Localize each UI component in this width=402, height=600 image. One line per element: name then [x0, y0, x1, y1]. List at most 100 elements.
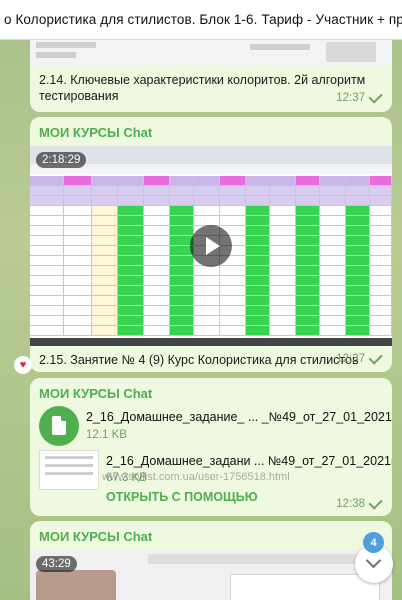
message-meta: 12:37 — [336, 89, 383, 104]
sender-name[interactable]: МОИ КУРСЫ Chat — [30, 521, 392, 544]
sheet-cell — [270, 236, 296, 246]
sheet-cell — [320, 226, 346, 236]
sheet-cell — [170, 306, 194, 316]
sheet-cell — [92, 316, 118, 326]
sheet-cell — [194, 206, 220, 216]
sheet-cell — [246, 246, 270, 256]
read-check-icon — [368, 495, 383, 510]
sheet-cell — [370, 326, 392, 336]
sender-name[interactable]: МОИ КУРСЫ Chat — [30, 117, 392, 140]
sheet-row — [30, 196, 392, 206]
sheet-cell — [220, 266, 246, 276]
sheet-cell — [170, 196, 194, 206]
sheet-cell — [296, 306, 320, 316]
sheet-cell — [346, 196, 370, 206]
sheet-cell — [118, 206, 144, 216]
sheet-cell — [144, 296, 170, 306]
sender-name[interactable]: МОИ КУРСЫ Chat — [30, 378, 392, 401]
chevron-down-icon — [365, 552, 382, 569]
sheet-cell — [118, 236, 144, 246]
sheet-cell — [144, 206, 170, 216]
sheet-cell — [296, 206, 320, 216]
sheet-cell — [144, 256, 170, 266]
sheet-cell — [92, 286, 118, 296]
sheet-cell — [296, 196, 320, 206]
file-name[interactable]: 2_16_Домашнее_задани ... №49_от_27_01_20… — [106, 454, 392, 468]
open-with-button[interactable]: ОТКРЫТЬ С ПОМОЩЬЮ — [106, 490, 258, 504]
sheet-cell — [170, 266, 194, 276]
sheet-cell — [170, 226, 194, 236]
sheet-cell — [320, 276, 346, 286]
sheet-row — [30, 206, 392, 216]
message-video-1[interactable]: 2.14. Ключевые характеристики колоритов.… — [30, 40, 392, 112]
message-files[interactable]: МОИ КУРСЫ Chat 2_16_Домашнее_задание_ ..… — [30, 378, 392, 516]
sheet-cell — [320, 176, 346, 186]
sheet-cell — [220, 316, 246, 326]
heart-reaction-icon[interactable]: ♥ — [14, 356, 32, 374]
thumb-toolbar — [148, 554, 388, 564]
sheet-cell — [320, 326, 346, 336]
sheet-cell — [64, 226, 92, 236]
sheet-cell — [320, 256, 346, 266]
sheet-cell — [30, 206, 64, 216]
video-thumbnail[interactable]: 43:29 — [30, 550, 392, 600]
sheet-cell — [92, 216, 118, 226]
sheet-cell — [118, 186, 144, 196]
video-thumbnail[interactable] — [30, 40, 392, 66]
sheet-row — [30, 316, 392, 326]
sheet-cell — [246, 196, 270, 206]
sheet-cell — [118, 276, 144, 286]
sheet-cell — [320, 306, 346, 316]
sheet-row — [30, 186, 392, 196]
sheet-cell — [220, 186, 246, 196]
message-time: 12:37 — [336, 92, 365, 104]
thumb-text-line — [36, 52, 76, 58]
sheet-cell — [270, 306, 296, 316]
sheet-cell — [270, 276, 296, 286]
sheet-cell — [370, 216, 392, 226]
sheet-cell — [220, 196, 246, 206]
sheet-cell — [144, 176, 170, 186]
sheet-cell — [118, 326, 144, 336]
video-thumbnail[interactable]: 2:18:29 — [30, 146, 392, 346]
sheet-row — [30, 286, 392, 296]
sheet-cell — [246, 226, 270, 236]
sheet-cell — [296, 226, 320, 236]
play-icon[interactable] — [190, 225, 232, 267]
sheet-cell — [144, 246, 170, 256]
sheet-cell — [30, 226, 64, 236]
sheet-cell — [370, 186, 392, 196]
message-video-3[interactable]: МОИ КУРСЫ Chat 43:29 — [30, 521, 392, 600]
sheet-cell — [64, 236, 92, 246]
sheet-cell — [320, 296, 346, 306]
sheet-cell — [320, 246, 346, 256]
sheet-cell — [296, 296, 320, 306]
sheet-cell — [296, 176, 320, 186]
message-video-2[interactable]: МОИ КУРСЫ Chat 2:18:29 2.15. Занятие № 4… — [30, 117, 392, 372]
file-name[interactable]: 2_16_Домашнее_задание_ ... _№49_от_27_01… — [86, 410, 392, 424]
chat-header[interactable]: о Колористика для стилистов. Блок 1-6. Т… — [0, 0, 402, 40]
sheet-cell — [30, 236, 64, 246]
taskbar — [30, 338, 392, 346]
sheet-cell — [220, 306, 246, 316]
thumb-text-line — [250, 44, 310, 50]
file-download-icon[interactable] — [39, 406, 79, 446]
sheet-cell — [346, 306, 370, 316]
read-check-icon — [368, 89, 383, 104]
sheet-row — [30, 296, 392, 306]
sheet-cell — [246, 186, 270, 196]
sheet-cell — [320, 316, 346, 326]
sheet-cell — [246, 276, 270, 286]
sheet-cell — [370, 196, 392, 206]
sheet-cell — [370, 176, 392, 186]
sheet-cell — [92, 296, 118, 306]
sheet-cell — [370, 236, 392, 246]
sheet-cell — [30, 306, 64, 316]
sheet-cell — [346, 226, 370, 236]
sheet-cell — [64, 256, 92, 266]
sheet-cell — [144, 186, 170, 196]
sheet-cell — [64, 246, 92, 256]
file-thumbnail[interactable] — [39, 450, 99, 490]
sheet-cell — [270, 196, 296, 206]
sheet-cell — [194, 176, 220, 186]
